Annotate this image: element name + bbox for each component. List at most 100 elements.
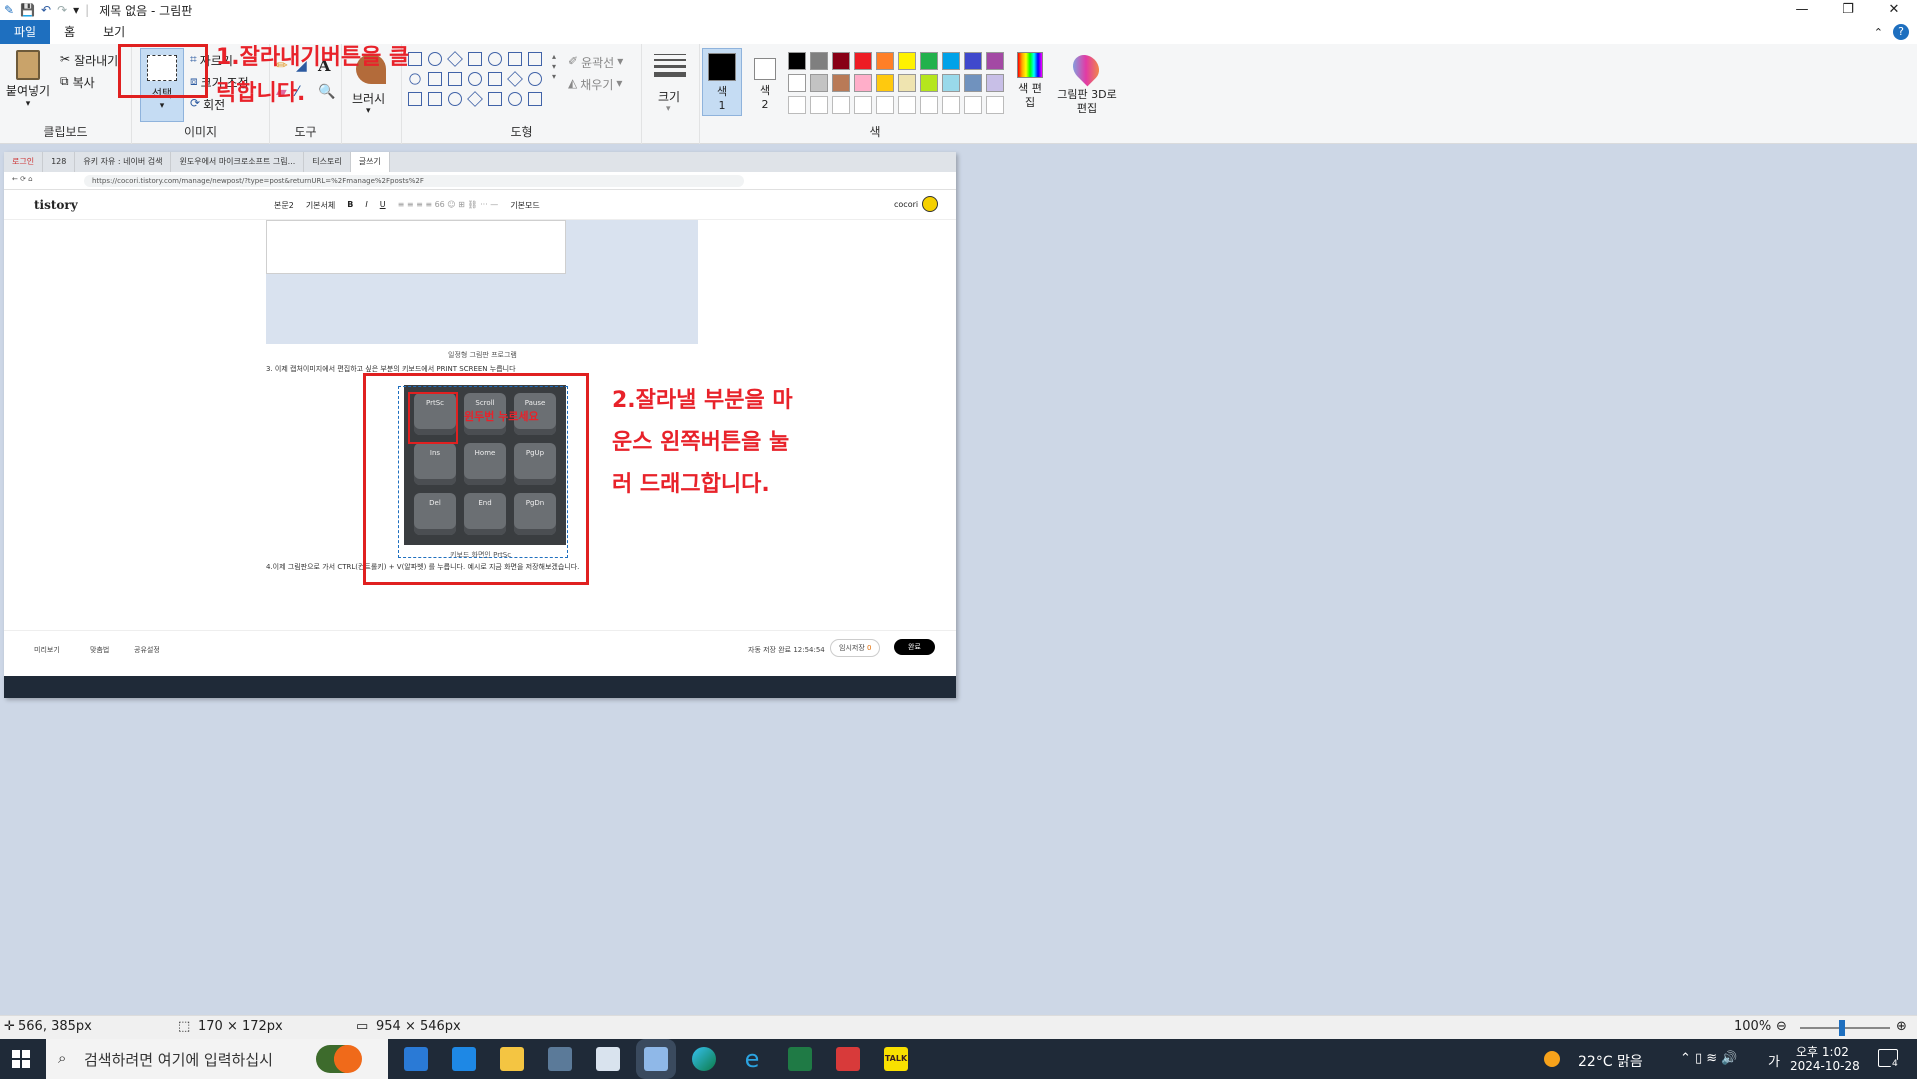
minimize-button[interactable]: — — [1779, 0, 1825, 20]
shape-option[interactable] — [468, 52, 482, 66]
shape-option[interactable] — [488, 52, 502, 66]
tray-icons[interactable]: ⌃ ▯ ≋ 🔊 — [1680, 1051, 1738, 1066]
shape-option[interactable] — [467, 91, 483, 107]
color-swatch[interactable] — [986, 74, 1004, 92]
shape-option[interactable] — [528, 52, 542, 66]
shape-option[interactable] — [448, 92, 462, 106]
custom-color-swatch[interactable] — [854, 96, 872, 114]
color-swatch[interactable] — [986, 52, 1004, 70]
color-swatch[interactable] — [942, 74, 960, 92]
color-swatch[interactable] — [876, 74, 894, 92]
color-swatch[interactable] — [898, 74, 916, 92]
shape-option[interactable] — [508, 52, 522, 66]
color-swatch[interactable] — [964, 52, 982, 70]
shape-option[interactable] — [528, 92, 542, 106]
color-swatch[interactable] — [854, 52, 872, 70]
color-swatch[interactable] — [832, 74, 850, 92]
color-swatch[interactable] — [898, 52, 916, 70]
browser-tab: 티스토리 — [304, 152, 351, 172]
mail-icon[interactable] — [452, 1047, 476, 1071]
custom-color-swatch[interactable] — [986, 96, 1004, 114]
zoom-out-button[interactable]: ⊖ — [1776, 1019, 1787, 1034]
custom-color-swatch[interactable] — [920, 96, 938, 114]
close-button[interactable]: ✕ — [1871, 0, 1917, 20]
fill-shape-button[interactable]: ◭ 채우기 ▾ — [568, 76, 622, 93]
color-swatch[interactable] — [788, 52, 806, 70]
collapse-ribbon-icon[interactable]: ⌃ — [1874, 26, 1883, 39]
search-icon: ⌕ — [58, 1049, 67, 1067]
undo-icon[interactable]: ↶ — [41, 3, 51, 17]
shapes-scroll[interactable]: ▴ ▾ ▾ — [552, 52, 556, 82]
internet-explorer-icon[interactable]: e — [740, 1047, 764, 1071]
paint-taskbar-icon[interactable] — [644, 1047, 668, 1071]
tab-home[interactable]: 홈 — [50, 20, 89, 44]
temp-save-label: 임시저장 — [839, 644, 865, 652]
cut-button[interactable]: ✂ 잘라내기 — [60, 52, 118, 69]
custom-color-swatch[interactable] — [788, 96, 806, 114]
shape-option[interactable] — [488, 72, 502, 86]
clock-date[interactable]: 2024-10-28 — [1790, 1059, 1860, 1073]
edit-colors-button[interactable]: 색 편집 — [1010, 52, 1050, 110]
shape-option[interactable] — [508, 92, 522, 106]
custom-color-swatch[interactable] — [964, 96, 982, 114]
notepad-icon[interactable] — [596, 1047, 620, 1071]
color-swatch[interactable] — [788, 74, 806, 92]
help-icon[interactable]: ? — [1893, 24, 1909, 40]
edge-icon[interactable] — [692, 1047, 716, 1071]
step2-line2: 운스 왼쪽버튼을 눌 — [612, 430, 790, 455]
outline-button[interactable]: ✐ 윤곽선 ▾ — [568, 54, 623, 71]
color-swatch[interactable] — [832, 52, 850, 70]
ime-indicator[interactable]: 가 — [1768, 1051, 1780, 1070]
color2-button[interactable]: 색 2 — [746, 48, 784, 116]
color-swatch[interactable] — [920, 52, 938, 70]
color-swatch[interactable] — [964, 74, 982, 92]
kakaotalk-icon[interactable]: TALK — [884, 1047, 908, 1071]
taskbar-search[interactable]: ⌕ 검색하려면 여기에 입력하십시 — [46, 1039, 388, 1079]
color-swatch[interactable] — [810, 52, 828, 70]
zoom-in-button[interactable]: ⊕ — [1896, 1019, 1907, 1034]
tab-view[interactable]: 보기 — [89, 20, 139, 44]
copy-button[interactable]: ⧉ 복사 — [60, 74, 95, 91]
scissors-icon: ✂ — [60, 52, 71, 66]
zoom-slider[interactable] — [1800, 1027, 1890, 1029]
start-button[interactable] — [12, 1050, 30, 1068]
clock-time[interactable]: 오후 1:02 — [1796, 1043, 1849, 1060]
paste-button[interactable]: 붙여넣기 ▾ — [4, 48, 52, 120]
color-swatch[interactable] — [854, 74, 872, 92]
shape-option[interactable] — [448, 72, 462, 86]
color-swatch[interactable] — [876, 52, 894, 70]
preview-link: 미리보기 — [34, 646, 60, 654]
app-red-icon[interactable] — [836, 1047, 860, 1071]
zoom-slider-thumb[interactable] — [1839, 1020, 1845, 1036]
custom-color-swatch[interactable] — [810, 96, 828, 114]
toolbar-item: 기본모드 — [510, 201, 540, 210]
redo-icon[interactable]: ↷ — [57, 3, 67, 17]
shape-option[interactable] — [528, 72, 542, 86]
tab-file[interactable]: 파일 — [0, 20, 51, 44]
store-icon[interactable] — [404, 1047, 428, 1071]
custom-color-swatch[interactable] — [832, 96, 850, 114]
customize-qa-icon[interactable]: ▾ — [73, 3, 79, 17]
color-swatch[interactable] — [942, 52, 960, 70]
colors-group: 색 1 색 2 색 편집 색 — [700, 44, 1050, 144]
file-explorer-icon[interactable] — [500, 1047, 524, 1071]
shape-option[interactable] — [507, 71, 523, 87]
excel-icon[interactable] — [788, 1047, 812, 1071]
custom-color-swatch[interactable] — [942, 96, 960, 114]
restore-button[interactable]: ❐ — [1825, 0, 1871, 20]
custom-color-swatch[interactable] — [898, 96, 916, 114]
rainbow-icon — [1017, 52, 1043, 78]
shape-option[interactable] — [447, 51, 463, 67]
color-swatch[interactable] — [810, 74, 828, 92]
calculator-icon[interactable] — [548, 1047, 572, 1071]
shape-option[interactable] — [488, 92, 502, 106]
size-button[interactable]: 크기 ▾ — [642, 44, 700, 144]
shape-option[interactable] — [468, 72, 482, 86]
color1-button[interactable]: 색 1 — [702, 48, 742, 116]
paint3d-button[interactable]: 그림판 3D로 편집 — [1052, 44, 1122, 144]
paint3d-label: 그림판 3D로 편집 — [1057, 88, 1117, 115]
color-swatch[interactable] — [920, 74, 938, 92]
custom-color-swatch[interactable] — [876, 96, 894, 114]
window-title: 제목 없음 - 그림판 — [99, 3, 193, 18]
save-icon[interactable]: 💾 — [20, 3, 35, 17]
